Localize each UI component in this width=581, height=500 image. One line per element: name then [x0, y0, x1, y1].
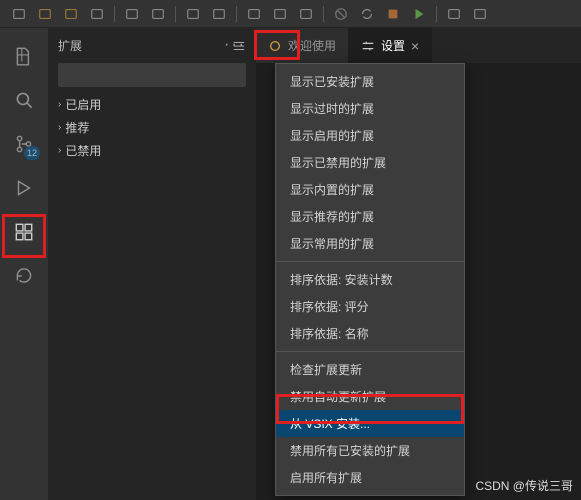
menu-item[interactable]: 显示已安装扩展	[276, 68, 464, 95]
settings-icon	[361, 39, 375, 53]
extensions-icon[interactable]	[4, 212, 44, 252]
editor-tabs: 欢迎使用 设置 ×	[256, 28, 581, 63]
back-icon[interactable]	[147, 3, 169, 25]
debug-icon[interactable]	[443, 3, 465, 25]
refresh-icon[interactable]	[4, 256, 44, 296]
watermark-text: CSDN @传说三哥	[475, 477, 573, 494]
extensions-context-menu: 显示已安装扩展显示过时的扩展显示启用的扩展显示已禁用的扩展显示内置的扩展显示推荐…	[275, 63, 465, 496]
extensions-title: 扩展	[58, 37, 82, 54]
run-icon[interactable]	[4, 168, 44, 208]
stop-icon[interactable]	[382, 3, 404, 25]
tree-item-label: 已禁用	[65, 142, 101, 159]
source-control-icon[interactable]: 12	[4, 124, 44, 164]
welcome-icon	[268, 39, 282, 53]
menu-item[interactable]: 排序依据: 安装计数	[276, 266, 464, 293]
tree-item[interactable]: › 已启用	[48, 93, 256, 116]
menu-item[interactable]: 显示常用的扩展	[276, 230, 464, 257]
menu-item[interactable]: 排序依据: 名称	[276, 320, 464, 347]
tab-label: 设置	[381, 37, 405, 54]
extensions-panel: 扩展 › 已启用 › 推荐 › 已禁用	[48, 28, 256, 500]
menu-item[interactable]: 显示内置的扩展	[276, 176, 464, 203]
menu-item[interactable]: 排序依据: 评分	[276, 293, 464, 320]
menu-item[interactable]: 显示启用的扩展	[276, 122, 464, 149]
tree-item-label: 推荐	[65, 119, 89, 136]
diff-icon[interactable]	[243, 3, 265, 25]
split-icon[interactable]	[208, 3, 230, 25]
badge: 12	[24, 146, 40, 160]
tree-item[interactable]: › 推荐	[48, 116, 256, 139]
brush-icon[interactable]	[269, 3, 291, 25]
chevron-right-icon: ›	[58, 99, 61, 110]
disable-icon[interactable]	[330, 3, 352, 25]
tree-item-label: 已启用	[65, 96, 101, 113]
editor-tab[interactable]: 欢迎使用	[256, 28, 349, 63]
menu-item[interactable]: 显示已禁用的扩展	[276, 149, 464, 176]
close-icon[interactable]: ×	[411, 38, 419, 54]
menu-item[interactable]: 启用所有扩展	[276, 464, 464, 491]
top-toolbar	[0, 0, 581, 28]
chevron-right-icon: ›	[58, 122, 61, 133]
save-all-icon[interactable]	[121, 3, 143, 25]
open-project-icon[interactable]	[60, 3, 82, 25]
sync-icon[interactable]	[356, 3, 378, 25]
new-file-icon[interactable]	[8, 3, 30, 25]
forward-icon[interactable]	[182, 3, 204, 25]
terminal-icon[interactable]	[469, 3, 491, 25]
tree-item[interactable]: › 已禁用	[48, 139, 256, 162]
editor-tab[interactable]: 设置 ×	[349, 28, 432, 63]
activity-bar: 12	[0, 28, 48, 500]
extensions-search-input[interactable]	[58, 63, 246, 87]
menu-item[interactable]: 禁用自动更新扩展	[276, 383, 464, 410]
menu-item[interactable]: 禁用所有已安装的扩展	[276, 437, 464, 464]
tab-label: 欢迎使用	[288, 37, 336, 54]
more-actions-icon[interactable]: ···	[224, 36, 246, 54]
broom-icon[interactable]	[295, 3, 317, 25]
menu-item[interactable]: 从 VSIX 安装...	[276, 410, 464, 437]
play-icon[interactable]	[408, 3, 430, 25]
open-folder-icon[interactable]	[34, 3, 56, 25]
files-icon[interactable]	[4, 36, 44, 76]
save-icon[interactable]	[86, 3, 108, 25]
search-icon[interactable]	[4, 80, 44, 120]
menu-item[interactable]: 显示推荐的扩展	[276, 203, 464, 230]
menu-item[interactable]: 显示过时的扩展	[276, 95, 464, 122]
chevron-right-icon: ›	[58, 145, 61, 156]
menu-item[interactable]: 检查扩展更新	[276, 356, 464, 383]
